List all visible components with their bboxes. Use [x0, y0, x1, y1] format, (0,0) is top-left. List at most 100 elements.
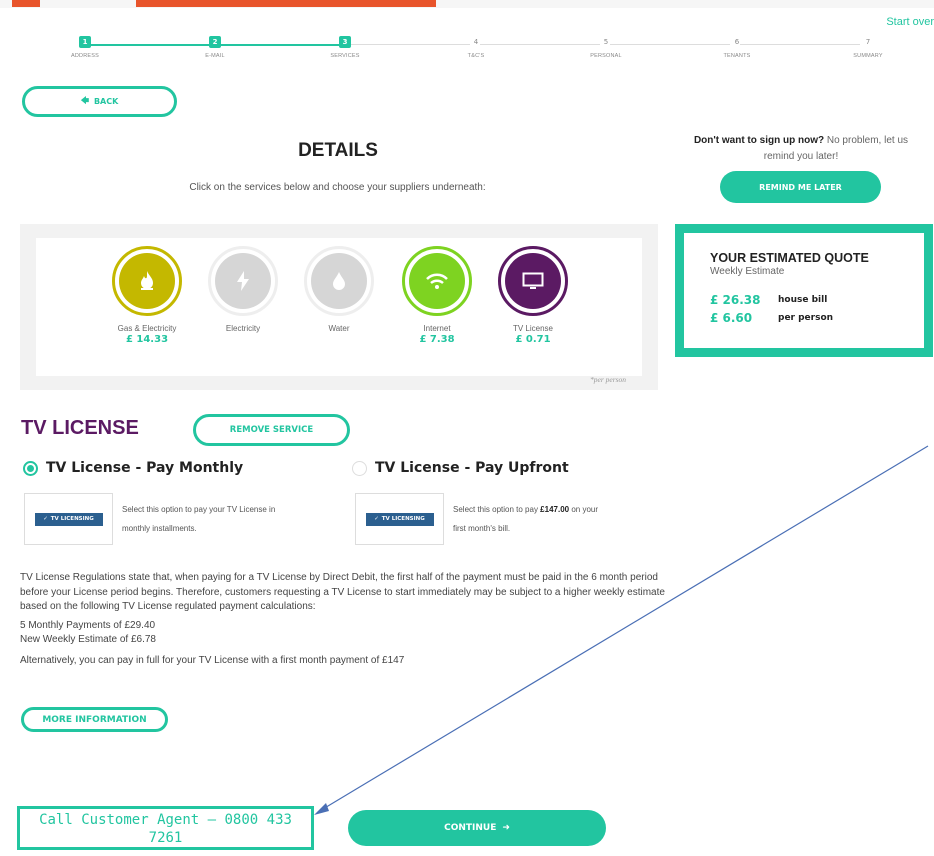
quote-title: YOUR ESTIMATED QUOTE — [710, 251, 869, 265]
page-title: DETAILS — [298, 140, 378, 161]
option-pay-monthly[interactable]: TV License - Pay Monthly — [23, 460, 243, 476]
step-label: ADDRESS — [71, 53, 99, 59]
page-subtitle: Click on the services below and choose y… — [189, 182, 486, 193]
service-name: Gas & Electricity — [117, 324, 177, 333]
step-label: SUMMARY — [853, 53, 883, 59]
house-bill-label: house bill — [778, 295, 828, 305]
flame-icon — [119, 253, 175, 309]
step-label: SERVICES — [330, 53, 360, 59]
service-price: £ 14.33 — [125, 334, 169, 345]
service-name: Internet — [423, 324, 451, 333]
remind-message: Don't want to sign up now? No problem, l… — [678, 133, 924, 165]
regulations-paragraph: TV License Regulations state that, when … — [20, 572, 665, 612]
progress-stepper: 1 ADDRESS 2 E-MAIL 3 SERVICES 4 T&C'S 5 … — [60, 36, 890, 66]
logo-text: TV LICENSING — [381, 516, 425, 522]
back-button[interactable]: 🡄 BACK — [22, 86, 177, 117]
tv-licensing-logo: ✓ TV LICENSING — [24, 493, 113, 545]
wifi-icon — [409, 253, 465, 309]
upfront-description: Select this option to pay £147.00 on you… — [453, 500, 598, 538]
monthly-option-card: ✓ TV LICENSING Select this option to pay … — [24, 492, 275, 546]
service-name: Water — [328, 324, 350, 333]
lightning-icon — [215, 253, 271, 309]
quote-person-row: £ 6.60 per person — [710, 311, 924, 325]
service-name: TV License — [512, 324, 554, 333]
service-gas-electricity[interactable]: Gas & Electricity £ 14.33 — [110, 246, 184, 346]
step-number: 7 — [865, 38, 871, 46]
tv-icon — [505, 253, 561, 309]
upfront-option-card: ✓ TV LICENSING Select this option to pay … — [355, 492, 598, 546]
service-price: £ 7.38 — [419, 334, 455, 345]
tv-licensing-mark-icon: ✓ — [43, 516, 48, 522]
service-price: £ 0.71 — [515, 334, 551, 345]
remove-service-button[interactable]: REMOVE SERVICE — [193, 414, 350, 446]
option-label: TV License - Pay Monthly — [46, 460, 244, 476]
step-number: 5 — [603, 38, 609, 46]
tv-licensing-logo-badge: ✓ TV LICENSING — [365, 512, 434, 526]
description-line: monthly installments. — [122, 524, 197, 533]
step-label: TENANTS — [723, 53, 751, 59]
step-summary: 7 SUMMARY — [833, 36, 903, 59]
service-circle — [208, 246, 278, 316]
house-bill-amount: £ 26.38 — [710, 293, 761, 307]
tv-licensing-logo: ✓ TV LICENSING — [355, 493, 444, 545]
regulations-text: TV License Regulations state that, when … — [20, 571, 665, 672]
monthly-description: Select this option to pay your TV Licens… — [122, 500, 275, 538]
service-electricity[interactable]: Electricity — [206, 246, 280, 334]
service-internet[interactable]: Internet £ 7.38 — [400, 246, 474, 346]
estimated-quote-box: YOUR ESTIMATED QUOTE Weekly Estimate £ 2… — [675, 224, 933, 357]
remind-question: Don't want to sign up now? — [693, 135, 825, 146]
service-tv-license[interactable]: TV License £ 0.71 — [496, 246, 570, 346]
services-panel: Gas & Electricity £ 14.33 Electricity Wa… — [20, 224, 658, 390]
radio-selected[interactable] — [23, 460, 38, 476]
description-text: on your — [569, 505, 598, 514]
step-label: T&C'S — [467, 53, 485, 59]
step-number: 2 — [209, 36, 221, 48]
continue-label: CONTINUE — [444, 823, 497, 833]
service-circle — [112, 246, 182, 316]
step-number: 4 — [473, 38, 479, 46]
step-personal: 5 PERSONAL — [571, 36, 641, 59]
back-label: BACK — [93, 97, 119, 106]
service-name: Electricity — [225, 324, 261, 333]
step-label: E-MAIL — [205, 53, 225, 59]
alternative-text: Alternatively, you can pay in full for y… — [20, 654, 405, 666]
description-line: Select this option to pay your TV Licens… — [122, 505, 276, 514]
water-drop-icon — [311, 253, 367, 309]
per-person-label: per person — [778, 313, 834, 323]
logo-text: TV LICENSING — [50, 516, 94, 522]
services-list: Gas & Electricity £ 14.33 Electricity Wa… — [36, 238, 642, 376]
option-label: TV License - Pay Upfront — [375, 460, 569, 476]
step-number: 1 — [79, 36, 91, 48]
step-number: 3 — [339, 36, 351, 48]
step-email[interactable]: 2 E-MAIL — [180, 36, 250, 59]
call-customer-agent-box: Call Customer Agent – 0800 433 7261 — [17, 806, 314, 850]
quote-subtitle: Weekly Estimate — [710, 266, 785, 277]
calc-line: New Weekly Estimate of £6.78 — [20, 634, 156, 645]
calc-line: 5 Monthly Payments of £29.40 — [20, 619, 156, 631]
upfront-amount: £147.00 — [540, 505, 570, 514]
service-circle — [304, 246, 374, 316]
remind-me-later-button[interactable]: REMIND ME LATER — [720, 171, 881, 203]
step-address[interactable]: 1 ADDRESS — [50, 36, 120, 59]
arrow-left-icon: 🡄 — [80, 95, 89, 105]
step-tenants: 6 TENANTS — [702, 36, 772, 59]
description-text: Select this option to pay — [453, 505, 541, 514]
service-circle — [402, 246, 472, 316]
arrow-right-icon: ➜ — [502, 823, 510, 833]
section-title: TV LICENSE — [21, 417, 139, 439]
continue-button[interactable]: CONTINUE ➜ — [348, 810, 606, 846]
step-terms: 4 T&C'S — [441, 36, 511, 59]
per-person-amount: £ 6.60 — [710, 311, 753, 325]
start-over-link[interactable]: Start over — [886, 16, 934, 28]
more-information-button[interactable]: MORE INFORMATION — [21, 707, 168, 732]
per-person-note: *per person — [590, 375, 627, 384]
radio-unselected[interactable] — [352, 460, 367, 476]
service-water[interactable]: Water — [302, 246, 376, 334]
step-label: PERSONAL — [590, 53, 622, 59]
service-circle — [498, 246, 568, 316]
description-line: Select this option to pay £147.00 on you… — [453, 500, 598, 519]
annotation-bar — [12, 0, 40, 7]
tv-licensing-mark-icon: ✓ — [374, 516, 379, 522]
option-pay-upfront[interactable]: TV License - Pay Upfront — [352, 460, 569, 476]
step-services[interactable]: 3 SERVICES — [310, 36, 380, 59]
